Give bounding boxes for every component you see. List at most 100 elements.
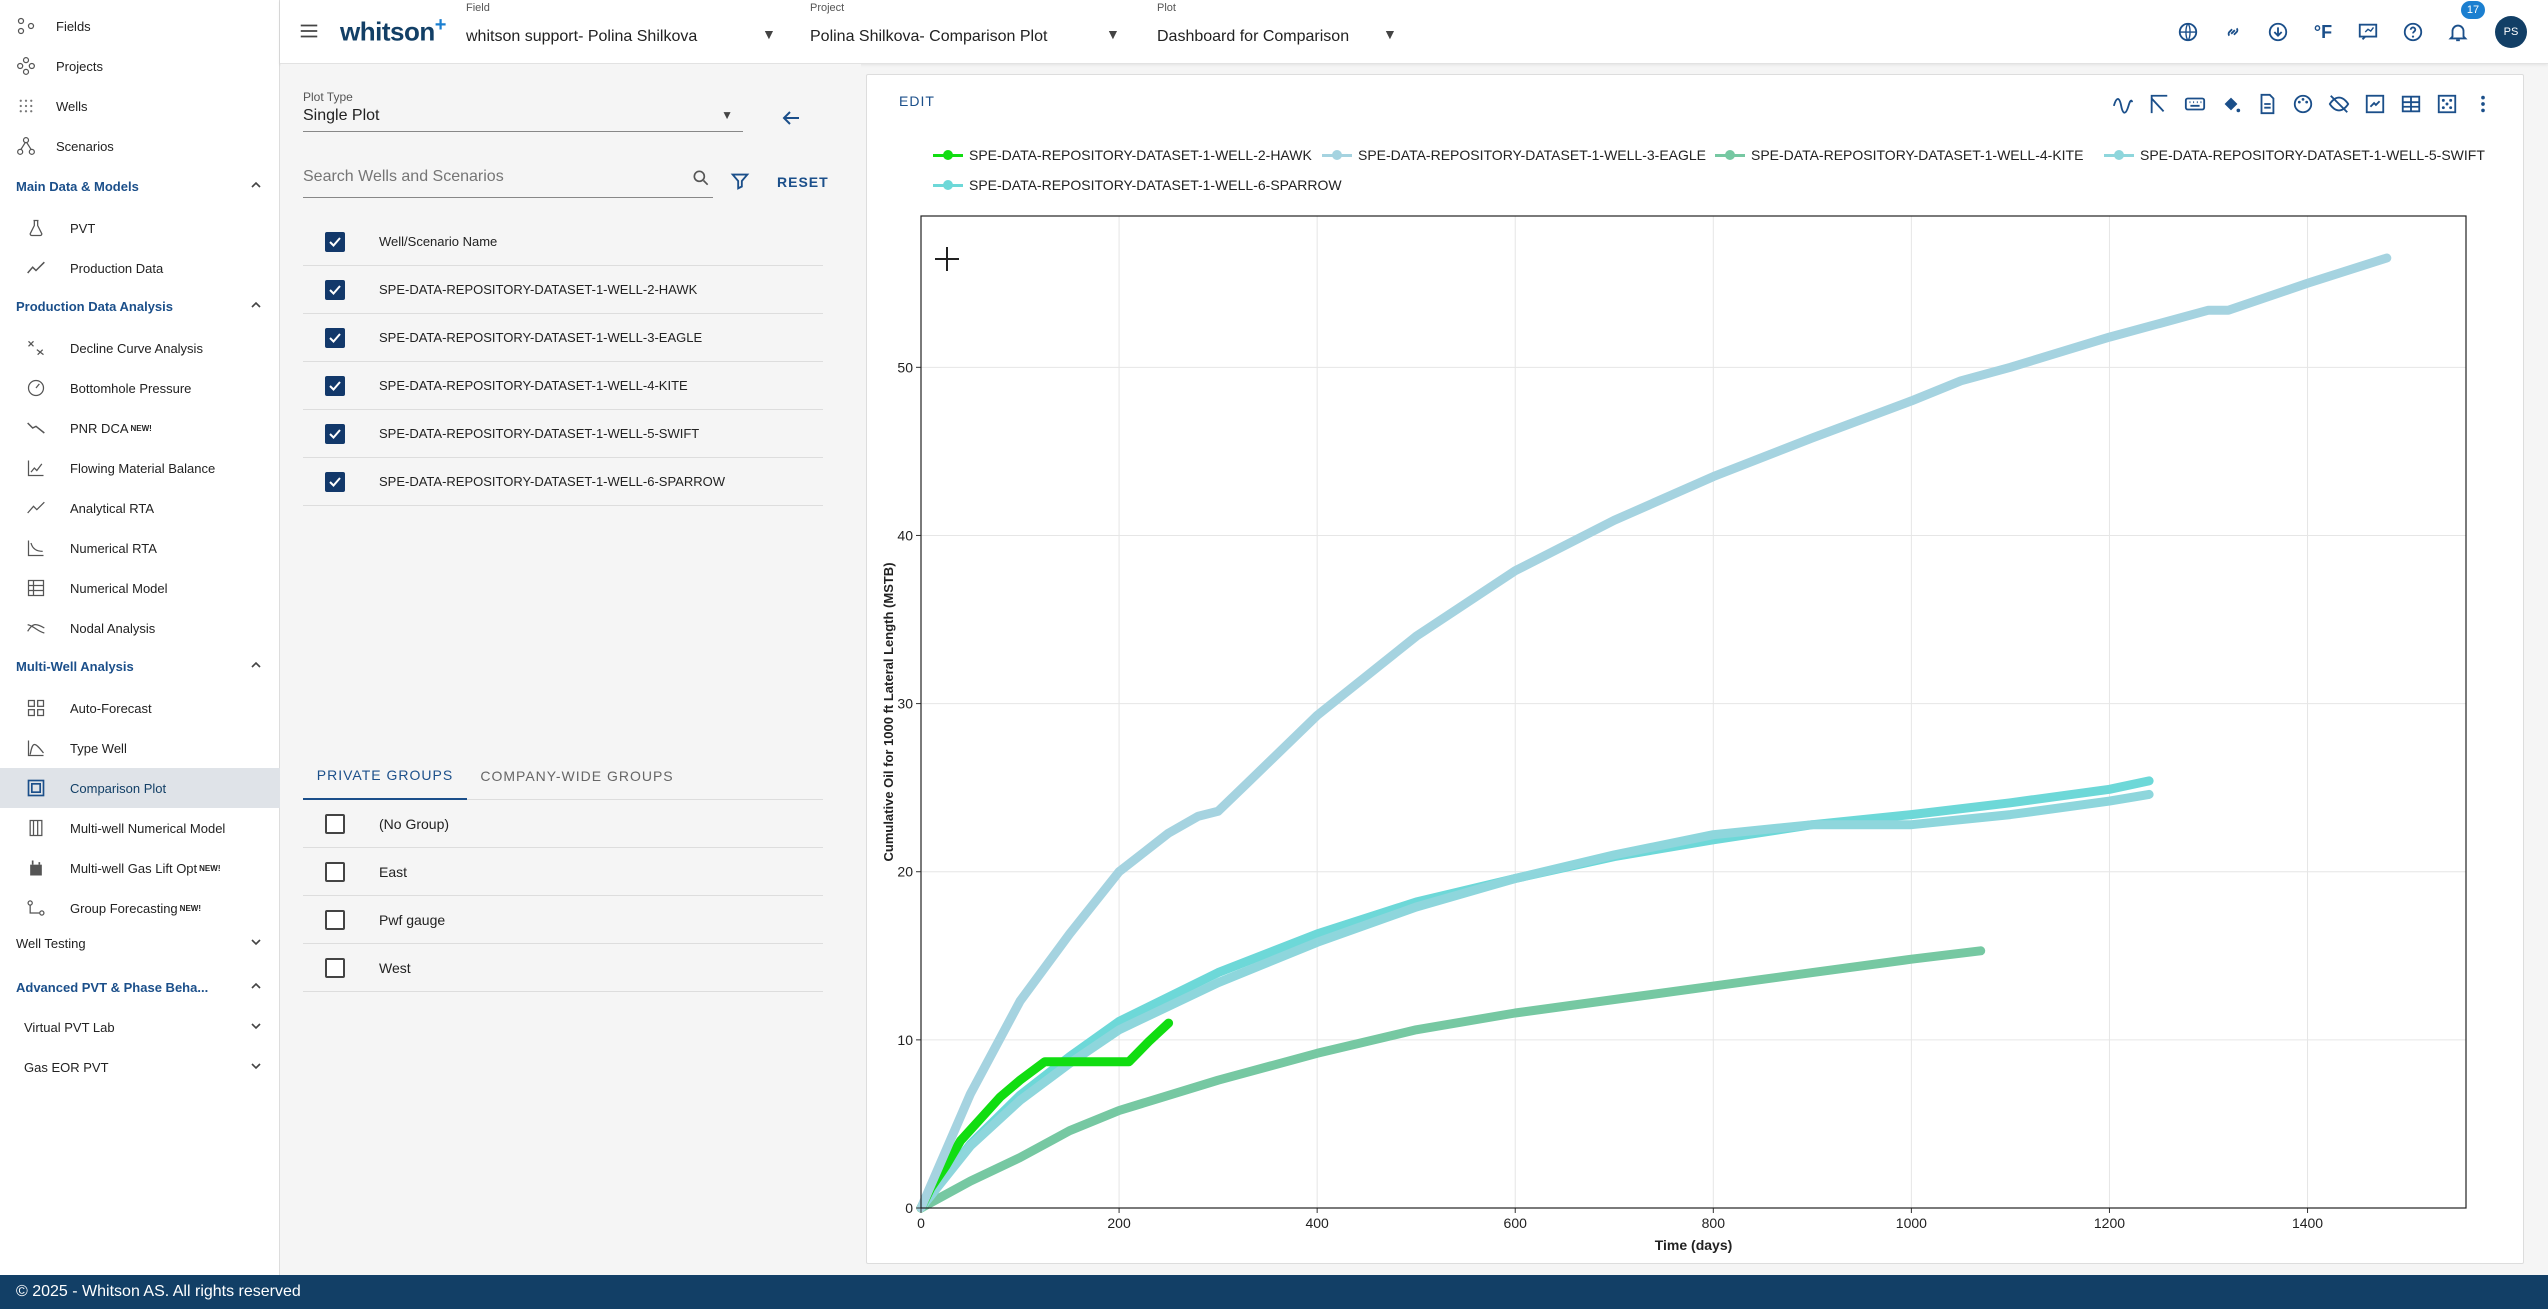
- app-logo[interactable]: whitson+: [340, 14, 446, 48]
- menu-icon[interactable]: [298, 20, 322, 44]
- sidebar-item-comparison-plot[interactable]: Comparison Plot: [0, 768, 280, 808]
- avatar[interactable]: PS: [2495, 16, 2527, 48]
- group-row[interactable]: Pwf gauge: [303, 896, 823, 944]
- sidebar-item-group-forecasting[interactable]: Group Forecasting NEW!: [0, 888, 280, 928]
- grid-icon: [24, 576, 48, 600]
- table-icon[interactable]: [2396, 89, 2426, 119]
- sidebar-item-decline-curve-analysis[interactable]: Decline Curve Analysis: [0, 328, 280, 368]
- sidebar-item-analytical-rta[interactable]: Analytical RTA: [0, 488, 280, 528]
- globe-icon[interactable]: [2170, 14, 2206, 50]
- legend-item[interactable]: SPE-DATA-REPOSITORY-DATASET-1-WELL-6-SPA…: [933, 177, 1342, 193]
- legend-item[interactable]: SPE-DATA-REPOSITORY-DATASET-1-WELL-2-HAW…: [933, 147, 1312, 163]
- sidebar-item-numerical-model[interactable]: Numerical Model: [0, 568, 280, 608]
- sidebar-section-main-data-models[interactable]: Main Data & Models: [0, 168, 280, 204]
- edit-chart-icon[interactable]: [2360, 89, 2390, 119]
- search-input[interactable]: [303, 160, 673, 194]
- series-line-spe-data-repository-dataset-1-well-6-sparrow[interactable]: [916, 776, 2154, 1213]
- group-checkbox[interactable]: [325, 813, 345, 834]
- group-row[interactable]: East: [303, 848, 823, 896]
- sidebar-section-virtual-pvt-lab[interactable]: Virtual PVT Lab: [0, 1009, 280, 1045]
- plot-type-select[interactable]: Plot Type Single Plot ▼: [303, 90, 743, 132]
- select-all-checkbox[interactable]: [325, 231, 345, 252]
- keyboard-icon[interactable]: [2180, 89, 2210, 119]
- well-row[interactable]: SPE-DATA-REPOSITORY-DATASET-1-WELL-4-KIT…: [303, 362, 823, 410]
- sidebar-item-pnr-dca[interactable]: PNR DCA NEW!: [0, 408, 280, 448]
- sidebar-item-scenarios[interactable]: Scenarios: [0, 126, 280, 166]
- temperature-unit-button[interactable]: °F: [2305, 14, 2341, 50]
- comparison-chart[interactable]: 0 200 400 600 800 1000 1200 1400 0 10 20 30 40 50 Time…: [867, 75, 2525, 1265]
- tab-private-groups[interactable]: PRIVATE GROUPS: [303, 752, 467, 800]
- search-icon[interactable]: [691, 168, 711, 193]
- axis-scale-icon[interactable]: [2144, 89, 2174, 119]
- curve-fit-icon[interactable]: [2108, 89, 2138, 119]
- sidebar-item-multi-well-numerical-model[interactable]: Multi-well Numerical Model: [0, 808, 280, 848]
- group-checkbox[interactable]: [325, 957, 345, 978]
- legend-item[interactable]: SPE-DATA-REPOSITORY-DATASET-1-WELL-4-KIT…: [1715, 147, 2083, 163]
- legend-item[interactable]: SPE-DATA-REPOSITORY-DATASET-1-WELL-5-SWI…: [2104, 147, 2485, 163]
- legend-swatch: [933, 149, 963, 160]
- chevron-down-icon: ▼: [721, 108, 733, 122]
- feedback-icon[interactable]: [2350, 14, 2386, 50]
- reset-button[interactable]: RESET: [777, 174, 829, 190]
- sidebar-item-flowing-material-balance[interactable]: Flowing Material Balance: [0, 448, 280, 488]
- sidebar-item-numerical-rta[interactable]: Numerical RTA: [0, 528, 280, 568]
- sidebar-item-projects[interactable]: Projects: [0, 46, 280, 86]
- group-checkbox[interactable]: [325, 909, 345, 930]
- group-row[interactable]: (No Group): [303, 800, 823, 848]
- group-checkbox[interactable]: [325, 861, 345, 882]
- document-icon[interactable]: [2252, 89, 2282, 119]
- chevron-down-icon: [248, 1058, 264, 1077]
- sidebar-item-wells[interactable]: Wells: [0, 86, 280, 126]
- sidebar-section-gas-eor-pvt[interactable]: Gas EOR PVT: [0, 1049, 280, 1085]
- help-icon[interactable]: [2395, 14, 2431, 50]
- legend-item[interactable]: SPE-DATA-REPOSITORY-DATASET-1-WELL-3-EAG…: [1322, 147, 1706, 163]
- sidebar-item-auto-forecast[interactable]: Auto-Forecast: [0, 688, 280, 728]
- field-select[interactable]: Field whitson support- Polina Shilkova ▼: [466, 0, 776, 64]
- back-arrow-icon[interactable]: [779, 106, 807, 134]
- link-icon[interactable]: [2215, 14, 2251, 50]
- well-checkbox[interactable]: [325, 423, 345, 444]
- series-line-spe-data-repository-dataset-1-well-5-swift[interactable]: [916, 789, 2154, 1213]
- sidebar-section-multi-well-analysis[interactable]: Multi-Well Analysis: [0, 648, 280, 684]
- sidebar-item-type-well[interactable]: Type Well: [0, 728, 280, 768]
- sidebar-item-pvt[interactable]: PVT: [0, 208, 280, 248]
- plot-select[interactable]: Plot Dashboard for Comparison ▼: [1157, 0, 1467, 64]
- well-checkbox[interactable]: [325, 375, 345, 396]
- series-line-spe-data-repository-dataset-1-well-4-kite[interactable]: [916, 946, 1986, 1213]
- well-row[interactable]: SPE-DATA-REPOSITORY-DATASET-1-WELL-6-SPA…: [303, 458, 823, 506]
- series-line-spe-data-repository-dataset-1-well-2-hawk[interactable]: [916, 1018, 1174, 1213]
- sidebar-item-label: Decline Curve Analysis: [70, 340, 203, 356]
- project-select[interactable]: Project Polina Shilkova- Comparison Plot…: [810, 0, 1120, 64]
- scatter-icon[interactable]: [2432, 89, 2462, 119]
- sidebar-section-well-testing[interactable]: Well Testing: [0, 925, 280, 961]
- sidebar-item-nodal-analysis[interactable]: Nodal Analysis: [0, 608, 280, 648]
- tab-company-wide-groups[interactable]: COMPANY-WIDE GROUPS: [467, 752, 687, 800]
- well-checkbox[interactable]: [325, 327, 345, 348]
- well-checkbox[interactable]: [325, 279, 345, 300]
- fill-color-icon[interactable]: [2216, 89, 2246, 119]
- sidebar-item-bottomhole-pressure[interactable]: Bottomhole Pressure: [0, 368, 280, 408]
- sidebar-item-label: PVT: [70, 220, 96, 236]
- well-row[interactable]: SPE-DATA-REPOSITORY-DATASET-1-WELL-5-SWI…: [303, 410, 823, 458]
- sidebar-item-fields[interactable]: Fields: [0, 6, 280, 46]
- autoforecast-icon: [24, 696, 48, 720]
- sidebar-item-multi-well-gas-lift-opt[interactable]: Multi-well Gas Lift Opt NEW!: [0, 848, 280, 888]
- palette-icon[interactable]: [2288, 89, 2318, 119]
- well-checkbox[interactable]: [325, 471, 345, 492]
- sidebar-section-advanced-pvt[interactable]: Advanced PVT & Phase Beha...: [0, 969, 280, 1005]
- group-row[interactable]: West: [303, 944, 823, 992]
- sidebar-section-production-data-analysis[interactable]: Production Data Analysis: [0, 288, 280, 324]
- more-options-icon[interactable]: [2468, 89, 2498, 119]
- download-icon[interactable]: [2260, 14, 2296, 50]
- visibility-off-icon[interactable]: [2324, 89, 2354, 119]
- notifications-icon[interactable]: [2440, 14, 2476, 50]
- chevron-up-icon: [248, 978, 264, 997]
- edit-button[interactable]: EDIT: [899, 93, 935, 109]
- new-badge: NEW!: [130, 423, 152, 433]
- filter-icon[interactable]: [729, 170, 753, 194]
- sidebar-item-production-data[interactable]: Production Data: [0, 248, 280, 288]
- well-row[interactable]: SPE-DATA-REPOSITORY-DATASET-1-WELL-2-HAW…: [303, 266, 823, 314]
- well-row[interactable]: SPE-DATA-REPOSITORY-DATASET-1-WELL-3-EAG…: [303, 314, 823, 362]
- search-field[interactable]: [303, 160, 713, 198]
- series-line-spe-data-repository-dataset-1-well-3-eagle[interactable]: [916, 253, 2392, 1213]
